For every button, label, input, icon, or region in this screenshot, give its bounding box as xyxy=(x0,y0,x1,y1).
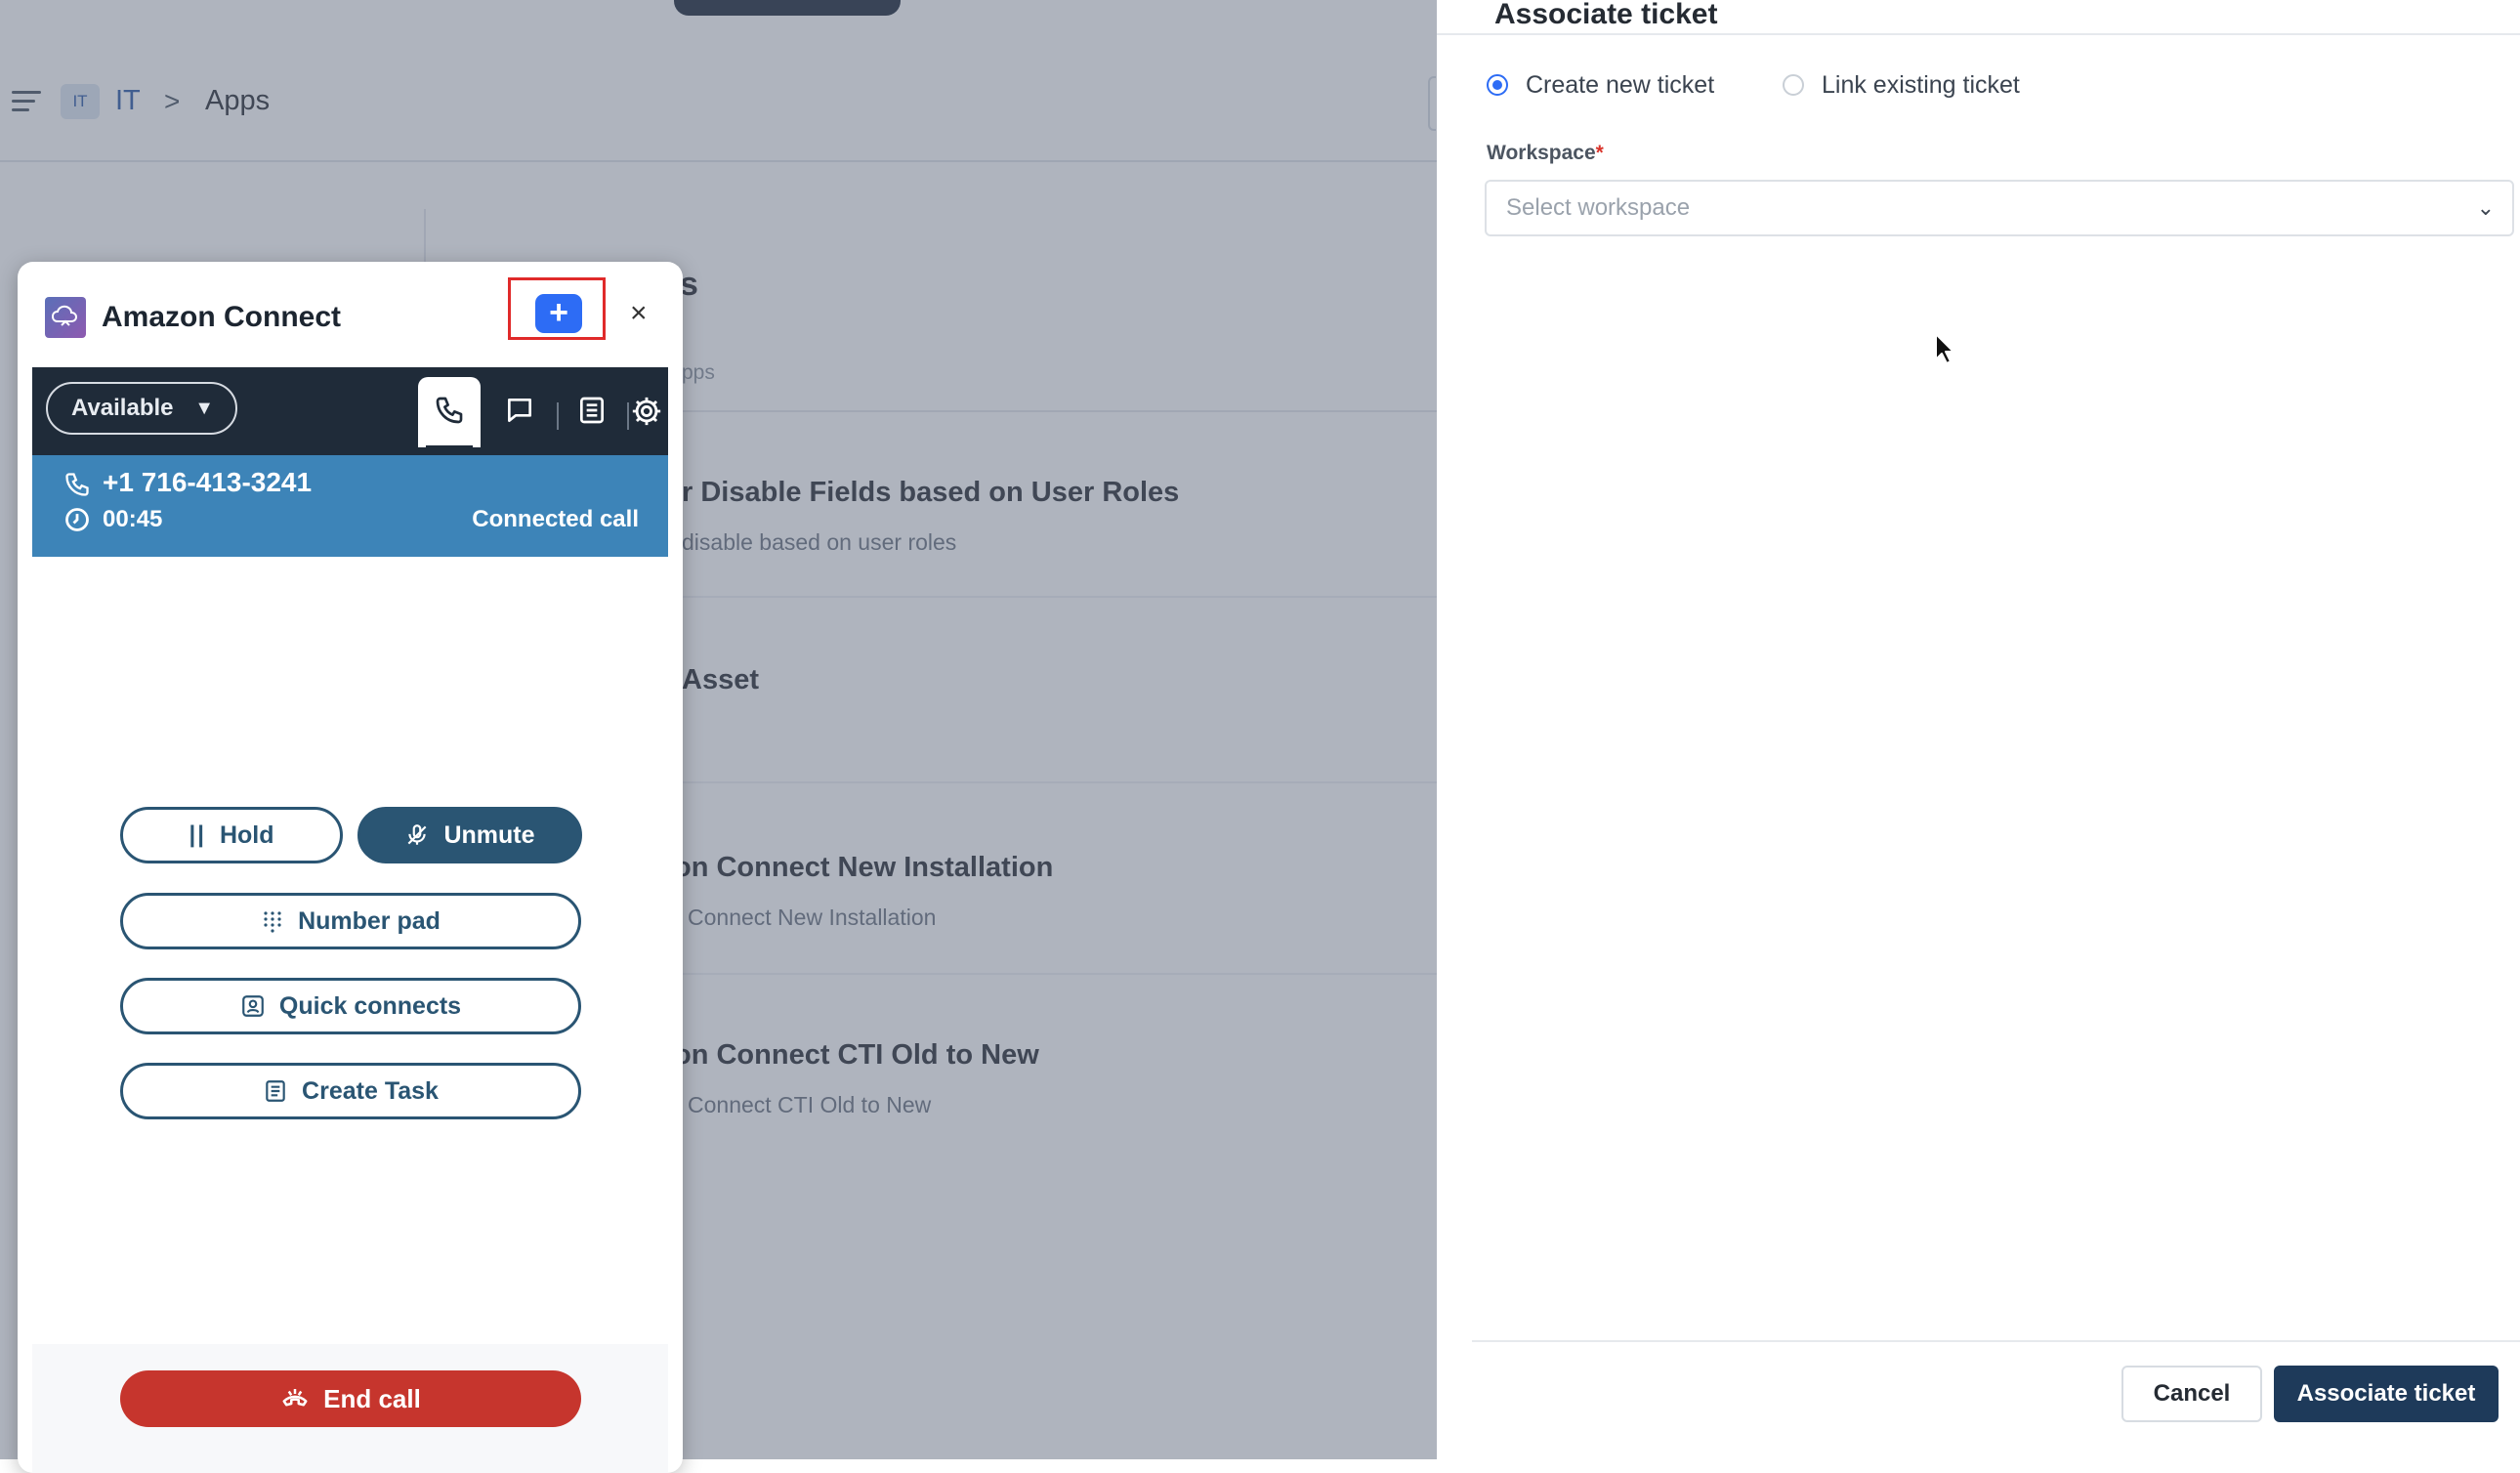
agent-status-dropdown[interactable]: Available ▼ xyxy=(46,382,237,435)
active-call-banner: +1 716-413-3241 00:45 Connected call xyxy=(32,455,668,557)
workspace-label: Workspace* xyxy=(1487,142,1604,165)
number-pad-button[interactable]: Number pad xyxy=(120,893,581,949)
number-pad-label: Number pad xyxy=(298,906,441,935)
call-state: Connected call xyxy=(472,506,639,532)
quick-connects-label: Quick connects xyxy=(278,991,462,1020)
tab-tasks[interactable] xyxy=(561,377,623,447)
radio-create-label: Create new ticket xyxy=(1526,70,1715,99)
phone-icon xyxy=(65,473,89,496)
chevron-down-icon: ⌄ xyxy=(2476,195,2495,220)
associate-ticket-button[interactable]: Associate ticket xyxy=(2274,1366,2499,1422)
divider xyxy=(557,402,559,430)
radio-link-existing-ticket[interactable]: Link existing ticket xyxy=(1783,70,2020,100)
create-task-button[interactable]: Create Task xyxy=(120,1063,581,1119)
divider xyxy=(1472,1340,2520,1342)
phone-icon xyxy=(436,397,463,424)
widget-header: Amazon Connect + × xyxy=(18,262,683,367)
cancel-button[interactable]: Cancel xyxy=(2121,1366,2262,1422)
unmute-label: Unmute xyxy=(443,821,535,849)
widget-title: Amazon Connect xyxy=(102,301,342,333)
caller-number: +1 716-413-3241 xyxy=(103,467,313,497)
tab-settings[interactable] xyxy=(630,377,669,447)
tab-phone[interactable] xyxy=(418,377,481,449)
close-icon[interactable]: × xyxy=(630,299,648,328)
gear-icon xyxy=(632,397,661,426)
radio-create-new-ticket[interactable]: Create new ticket xyxy=(1487,70,1714,100)
contact-card-icon xyxy=(242,995,264,1017)
drawer-title: Associate ticket xyxy=(1494,0,1718,30)
microphone-muted-icon xyxy=(408,824,427,845)
task-icon xyxy=(266,1080,285,1102)
clock-icon xyxy=(65,508,89,531)
divider xyxy=(1437,33,2520,35)
hang-up-icon xyxy=(282,1389,308,1407)
workspace-select[interactable]: Select workspace ⌄ xyxy=(1485,180,2514,236)
caret-down-icon: ▼ xyxy=(194,398,214,419)
unmute-button[interactable]: Unmute xyxy=(357,807,582,863)
add-ticket-button[interactable]: + xyxy=(535,294,582,333)
ccp-toolbar: Available ▼ xyxy=(32,367,668,455)
mouse-cursor-icon xyxy=(1935,333,1954,364)
call-duration: 00:45 xyxy=(103,506,163,532)
required-marker: * xyxy=(1595,142,1604,164)
task-list-icon xyxy=(580,397,604,424)
keypad-icon xyxy=(264,911,281,933)
radio-unselected-icon[interactable] xyxy=(1783,74,1804,96)
amazon-connect-widget: Amazon Connect + × Available ▼ +1 716-41… xyxy=(18,262,683,1473)
amazon-connect-logo-icon xyxy=(45,297,86,338)
pause-icon: || xyxy=(189,821,206,848)
create-task-label: Create Task xyxy=(302,1076,439,1105)
end-call-button[interactable]: End call xyxy=(120,1370,581,1427)
workspace-label-text: Workspace xyxy=(1487,142,1596,164)
divider xyxy=(627,402,629,430)
hold-button[interactable]: || Hold xyxy=(120,807,343,863)
workspace-placeholder: Select workspace xyxy=(1506,194,1691,221)
associate-ticket-drawer: Associate ticket Create new ticket Link … xyxy=(1437,0,2520,1459)
radio-selected-icon[interactable] xyxy=(1487,74,1508,96)
hold-label: Hold xyxy=(219,821,274,849)
quick-connects-button[interactable]: Quick connects xyxy=(120,978,581,1034)
chat-icon xyxy=(508,399,531,422)
radio-link-label: Link existing ticket xyxy=(1822,70,2020,99)
agent-status-label: Available xyxy=(71,395,174,421)
tab-chat[interactable] xyxy=(488,377,551,447)
end-call-label: End call xyxy=(323,1383,421,1413)
